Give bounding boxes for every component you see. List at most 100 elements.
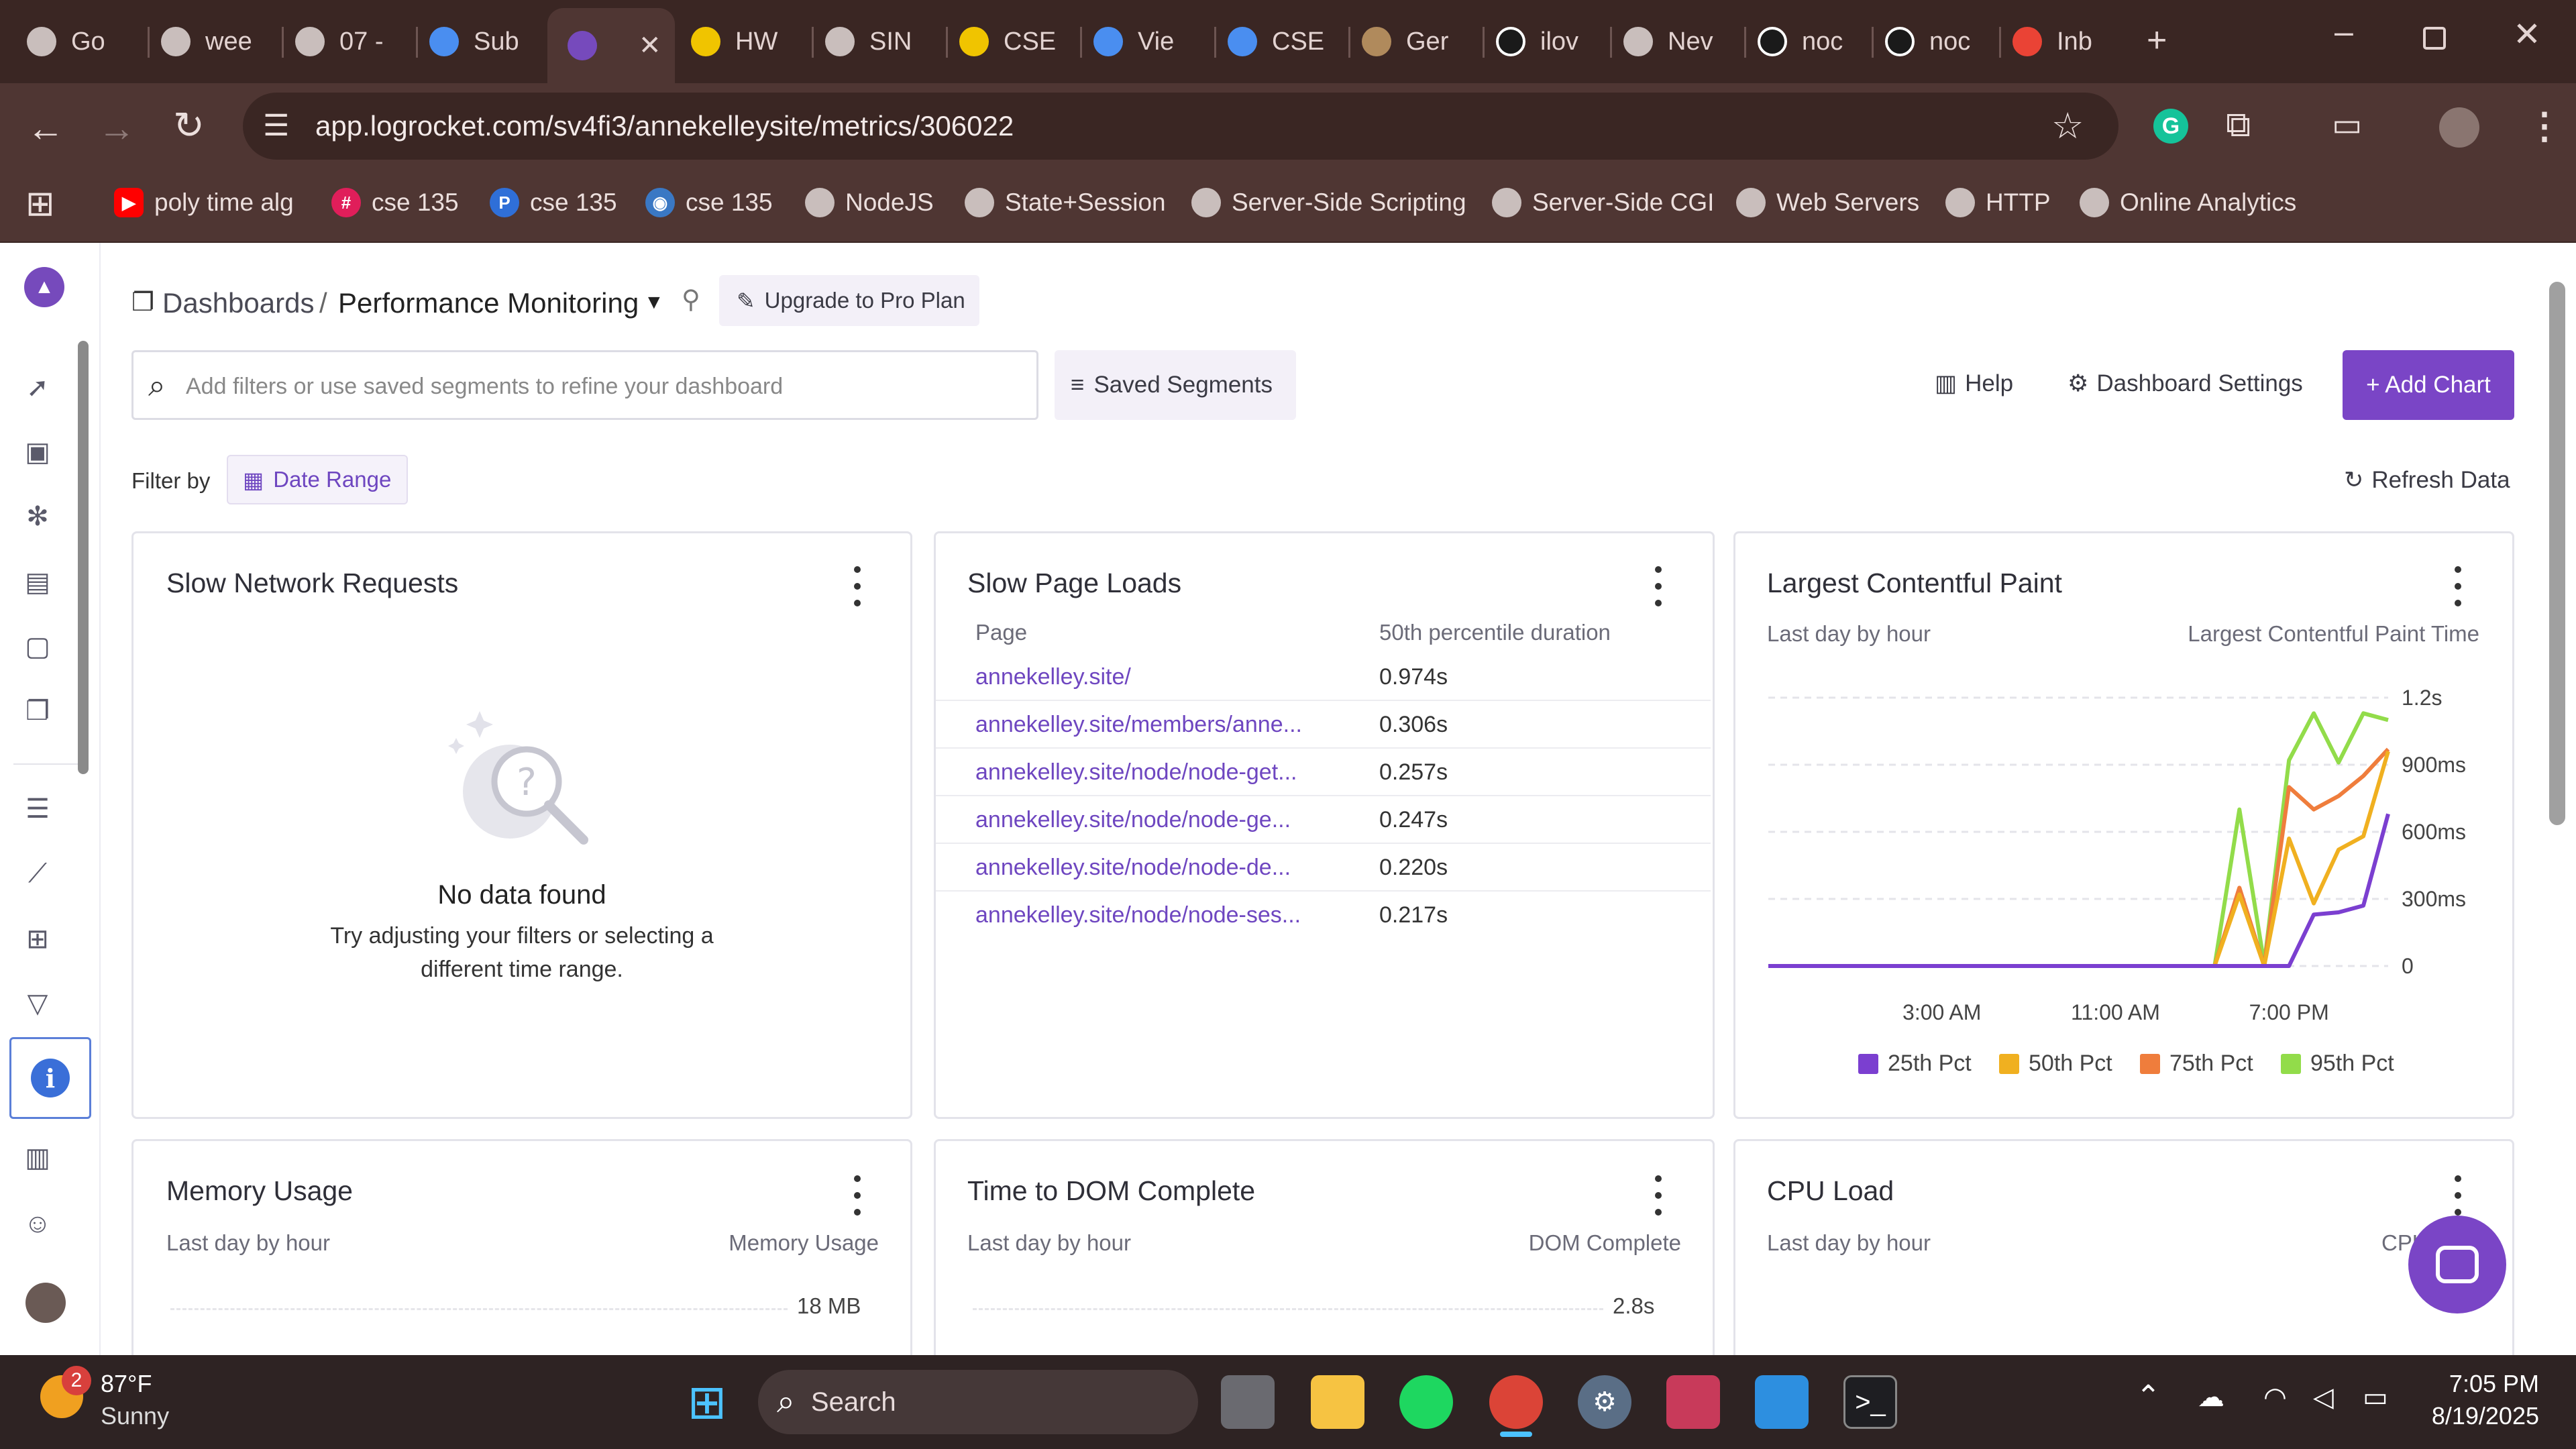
bookmark-item[interactable]: NodeJS [805,182,934,223]
bookmark-item[interactable]: Online Analytics [2080,182,2296,223]
task-view-icon[interactable] [1221,1375,1275,1429]
series-line-95th-pct[interactable] [1768,711,2389,968]
settings-icon[interactable]: ⚙ [1578,1375,1631,1429]
chat-launcher-button[interactable] [2408,1216,2506,1313]
slow-pages-menu-icon[interactable] [1653,566,1664,606]
memory-menu-icon[interactable] [852,1175,863,1216]
legend-item[interactable]: 75th Pct [2140,1051,2253,1077]
browser-tab[interactable]: Nev [1623,15,1737,68]
chrome-icon[interactable] [1489,1375,1543,1429]
legend-item[interactable]: 95th Pct [2281,1051,2394,1077]
table-row[interactable]: annekelley.site/node/node-de... 0.220s [936,844,1711,892]
info-nav-button[interactable]: i [9,1037,91,1119]
add-chart-button[interactable]: + Add Chart [2343,350,2514,420]
tray-network-off-icon[interactable]: ☁ [2198,1382,2224,1413]
page-link[interactable]: annekelley.site/node/node-ses... [975,902,1301,928]
slow-network-menu-icon[interactable] [852,566,863,606]
bookmark-item[interactable]: Web Servers [1736,182,1919,223]
address-bar[interactable]: ☰ app.logrocket.com/sv4fi3/annekelleysit… [243,93,2118,160]
table-row[interactable]: annekelley.site/members/anne... 0.306s [936,701,1711,749]
cpu-menu-icon[interactable] [2453,1175,2463,1216]
bookmark-item[interactable]: Pcse 135 [490,182,617,223]
tab-search-icon[interactable]: ▭ [2332,106,2362,144]
back-icon[interactable]: ← [27,106,64,150]
help-button[interactable]: ▥ Help [1935,370,2013,397]
page-link[interactable]: annekelley.site/node/node-de... [975,855,1291,881]
menu-icon[interactable]: ⋮ [2526,105,2563,147]
table-row[interactable]: annekelley.site/node/node-get... 0.257s [936,749,1711,796]
rocket-nav-icon[interactable]: ➚ [20,370,55,405]
refresh-data-button[interactable]: ↻ Refresh Data [2344,467,2510,494]
browser-tab[interactable]: ✕ [547,8,675,83]
funnel-nav-icon[interactable]: ▽ [20,986,55,1021]
issues-nav-icon[interactable]: ❐ [20,694,55,729]
upgrade-button[interactable]: ✎ Upgrade to Pro Plan [719,275,979,326]
dashboard-settings-button[interactable]: ⚙ Dashboard Settings [2068,370,2303,397]
reload-icon[interactable]: ↻ [173,103,205,148]
caret-down-icon[interactable]: ▼ [644,291,664,314]
start-button[interactable]: ⊞ [680,1375,734,1429]
page-link[interactable]: annekelley.site/node/node-ge... [975,807,1291,833]
user-avatar[interactable] [25,1283,66,1323]
restore-button[interactable] [2423,27,2446,50]
forward-icon[interactable]: → [98,106,136,150]
metrics-nav-icon[interactable]: ☰ [20,792,55,826]
browser-tab[interactable]: wee [161,15,275,68]
bookmark-item[interactable]: ◉ cse 135 [645,182,773,223]
page-link[interactable]: annekelley.site/node/node-get... [975,759,1297,786]
spotify-icon[interactable] [1399,1375,1453,1429]
extensions-icon[interactable]: ⧉ [2226,105,2251,146]
bookmark-star-icon[interactable]: ☆ [2051,105,2084,147]
browser-tab[interactable]: Ger [1362,15,1476,68]
snipping-tool-icon[interactable] [1666,1375,1720,1429]
dashboard-name[interactable]: Performance Monitoring [338,287,639,319]
table-row[interactable]: annekelley.site/node/node-ge... 0.247s [936,796,1711,844]
page-scrollbar[interactable] [2549,282,2565,825]
table-nav-icon[interactable]: ⊞ [20,922,55,957]
filter-search-input[interactable]: ⌕ Add filters or use saved segments to r… [131,350,1038,420]
logrocket-logo-icon[interactable]: ▲ [24,267,64,307]
browser-tab[interactable]: SIN [825,15,939,68]
volume-icon[interactable]: ◁ [2313,1382,2334,1413]
browser-tab[interactable]: CSE [1228,15,1342,68]
profile-avatar[interactable] [2439,107,2479,148]
bug-nav-icon[interactable]: ✻ [20,499,55,534]
pin-icon[interactable]: ⚲ [682,284,700,315]
page-link[interactable]: annekelley.site/members/anne... [975,712,1302,738]
clipboard-nav-icon[interactable]: ▤ [20,565,55,600]
browser-tab[interactable]: Sub [429,15,543,68]
clock-date[interactable]: 8/19/2025 [2415,1402,2539,1430]
browser-tab[interactable]: Go [27,15,141,68]
browser-tab[interactable]: noc [1758,15,1872,68]
bookmark-item[interactable]: State+Session [965,182,1166,223]
browser-tab[interactable]: CSE [959,15,1073,68]
site-info-icon[interactable]: ☰ [263,109,289,143]
bookmark-item[interactable]: # cse 135 [331,182,459,223]
series-line-50th-pct[interactable] [1768,751,2390,968]
saved-segments-button[interactable]: ≡ Saved Segments [1055,350,1296,420]
browser-tab[interactable]: 07 - [295,15,409,68]
clock-time[interactable]: 7:05 PM [2422,1370,2539,1398]
browser-tab[interactable]: noc [1885,15,1999,68]
new-tab-button[interactable]: + [2147,20,2167,60]
tray-chevron-icon[interactable]: ⌃ [2136,1379,2161,1413]
dom-menu-icon[interactable] [1653,1175,1664,1216]
line-chart-nav-icon[interactable]: ⟋ [20,856,55,891]
bookmark-item[interactable]: Server-Side CGI [1492,182,1714,223]
table-row[interactable]: annekelley.site/node/node-ses... 0.217s [936,892,1711,939]
wifi-icon[interactable]: ◠ [2263,1382,2287,1413]
grammarly-icon[interactable]: G [2153,109,2188,144]
file-explorer-icon[interactable] [1311,1375,1364,1429]
browser-tab[interactable]: ilov [1496,15,1610,68]
legend-item[interactable]: 25th Pct [1858,1051,1972,1077]
support-nav-icon[interactable]: ☺ [20,1206,55,1241]
table-row[interactable]: annekelley.site/0.974s [936,653,1711,701]
bookmark-item[interactable]: ▶ poly time alg [114,182,294,223]
browser-tab[interactable]: Vie [1093,15,1208,68]
minimize-button[interactable]: – [2334,12,2353,51]
lcp-menu-icon[interactable] [2453,566,2463,606]
legend-item[interactable]: 50th Pct [1999,1051,2112,1077]
feedback-nav-icon[interactable]: ▢ [20,629,55,664]
terminal-icon[interactable]: >_ [1843,1375,1897,1429]
close-tab-icon[interactable]: ✕ [639,30,661,61]
